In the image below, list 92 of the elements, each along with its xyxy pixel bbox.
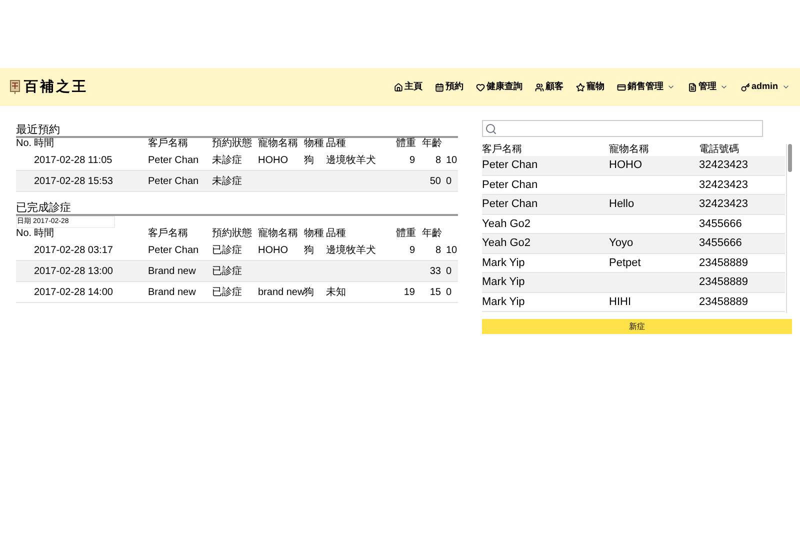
- caret-icon[interactable]: [720, 83, 728, 91]
- search-icon: [485, 122, 497, 134]
- table-cell: 2017-02-28 03:17: [34, 244, 113, 256]
- seal-icon: [10, 80, 20, 94]
- calendar-icon: [435, 82, 444, 92]
- table-cell: 33: [430, 266, 441, 276]
- nav-link[interactable]: 主頁: [404, 80, 422, 94]
- column-header: 預約狀態: [212, 138, 252, 149]
- table-cell: 19: [404, 286, 415, 298]
- table-cell: 已診症: [212, 286, 242, 298]
- column-header: 年齡: [422, 138, 442, 149]
- table-cell: 8: [435, 244, 441, 256]
- column-header: 寵物名稱: [258, 228, 298, 239]
- search-field[interactable]: [482, 120, 763, 137]
- new-case-button[interactable]: 新症: [482, 319, 792, 334]
- card-icon: [617, 82, 626, 92]
- table-cell: 狗: [304, 244, 314, 256]
- table-cell: 10: [446, 244, 458, 256]
- column-header: 體重: [396, 228, 416, 239]
- nav-link[interactable]: admin: [751, 80, 778, 94]
- table-cell: 2017-02-28 13:00: [34, 266, 113, 276]
- nav-link[interactable]: 銷售管理: [627, 80, 664, 94]
- client-row[interactable]: Mark Yip Petpet 23458889: [482, 254, 786, 273]
- column-header: 電話號碼: [699, 144, 739, 155]
- users-icon: [535, 82, 544, 92]
- column-header: 寵物名稱: [258, 138, 298, 149]
- client-row[interactable]: Peter Chan 32423423: [482, 176, 786, 195]
- column-header: 時間: [34, 138, 54, 149]
- table-cell: 0: [446, 266, 452, 276]
- column-header: 時間: [34, 228, 54, 239]
- section-title: 已完成診症: [16, 202, 458, 216]
- column-header: 品種: [326, 228, 346, 239]
- table-cell: HOHO: [258, 244, 288, 256]
- table-cell: 50: [430, 176, 441, 186]
- nav-link[interactable]: 預約: [445, 80, 464, 94]
- column-header: 品種: [326, 138, 346, 149]
- brand-name[interactable]: 百補之王: [24, 76, 88, 98]
- client-row[interactable]: Yeah Go2 Yoyo 3455666: [482, 234, 786, 254]
- table-cell: 15: [430, 286, 441, 298]
- table-cell: 8: [435, 154, 441, 166]
- column-header: 物種: [304, 228, 324, 239]
- column-header: 客戶名稱: [148, 228, 188, 239]
- table-cell: 2017-02-28 15:53: [34, 176, 113, 186]
- table-cell: Brand new: [148, 266, 196, 276]
- caret-icon[interactable]: [782, 83, 790, 91]
- nav-link[interactable]: 寵物: [586, 80, 604, 94]
- table-cell: Peter Chan: [148, 154, 199, 166]
- table-cell: 2017-02-28 11:05: [34, 154, 112, 166]
- column-header: 體重: [396, 138, 416, 149]
- file-icon: [688, 82, 698, 92]
- column-header: 寵物名稱: [609, 144, 649, 155]
- table-cell: 9: [409, 154, 415, 166]
- nav-link[interactable]: 顧客: [545, 80, 564, 94]
- heart-icon: [476, 82, 486, 92]
- table-cell: 10: [446, 154, 458, 166]
- table-cell: 9: [409, 244, 415, 256]
- table-cell: Peter Chan: [148, 244, 199, 256]
- table-cell: 0: [446, 286, 452, 298]
- star-icon: [576, 82, 586, 92]
- table-cell: 未知: [326, 286, 346, 298]
- table-cell: 已診症: [212, 266, 242, 276]
- table-cell: 2017-02-28 14:00: [34, 286, 113, 298]
- nav-link[interactable]: 健康查詢: [486, 80, 522, 94]
- column-header: No.: [16, 138, 32, 149]
- nav-link[interactable]: 管理: [698, 80, 716, 94]
- client-row[interactable]: Mark Yip 23458889: [482, 273, 786, 292]
- column-header: 年齡: [422, 228, 442, 239]
- home-icon: [394, 82, 404, 92]
- key-icon: [741, 82, 750, 92]
- column-header: No.: [16, 228, 32, 239]
- table-cell: 0: [446, 176, 452, 186]
- table-cell: Peter Chan: [148, 176, 199, 186]
- column-header: 預約狀態: [212, 228, 252, 239]
- column-header: 物種: [304, 138, 324, 149]
- client-row[interactable]: Peter Chan Hello 32423423: [482, 195, 786, 214]
- section-title: 最近預約: [16, 124, 458, 138]
- table-cell: 已診症: [212, 244, 242, 256]
- client-row[interactable]: Mark Yip HIHI 23458889: [482, 292, 786, 312]
- table-cell: 未診症: [212, 154, 242, 166]
- table-cell: Brand new: [148, 286, 196, 298]
- table-cell: 狗: [304, 286, 314, 298]
- column-header: 客戶名稱: [148, 138, 188, 149]
- table-cell: 邊境牧羊犬: [326, 154, 376, 166]
- table-cell: 狗: [304, 154, 314, 166]
- client-row[interactable]: Yeah Go2 3455666: [482, 214, 786, 234]
- table-cell: 邊境牧羊犬: [326, 244, 376, 256]
- table-cell: brand new: [258, 286, 305, 298]
- client-row[interactable]: Peter Chan HOHO 32423423: [482, 156, 786, 176]
- caret-icon[interactable]: [667, 83, 676, 91]
- scrollbar[interactable]: [786, 144, 792, 313]
- table-cell: HOHO: [258, 154, 288, 166]
- table-cell: 未診症: [212, 176, 242, 186]
